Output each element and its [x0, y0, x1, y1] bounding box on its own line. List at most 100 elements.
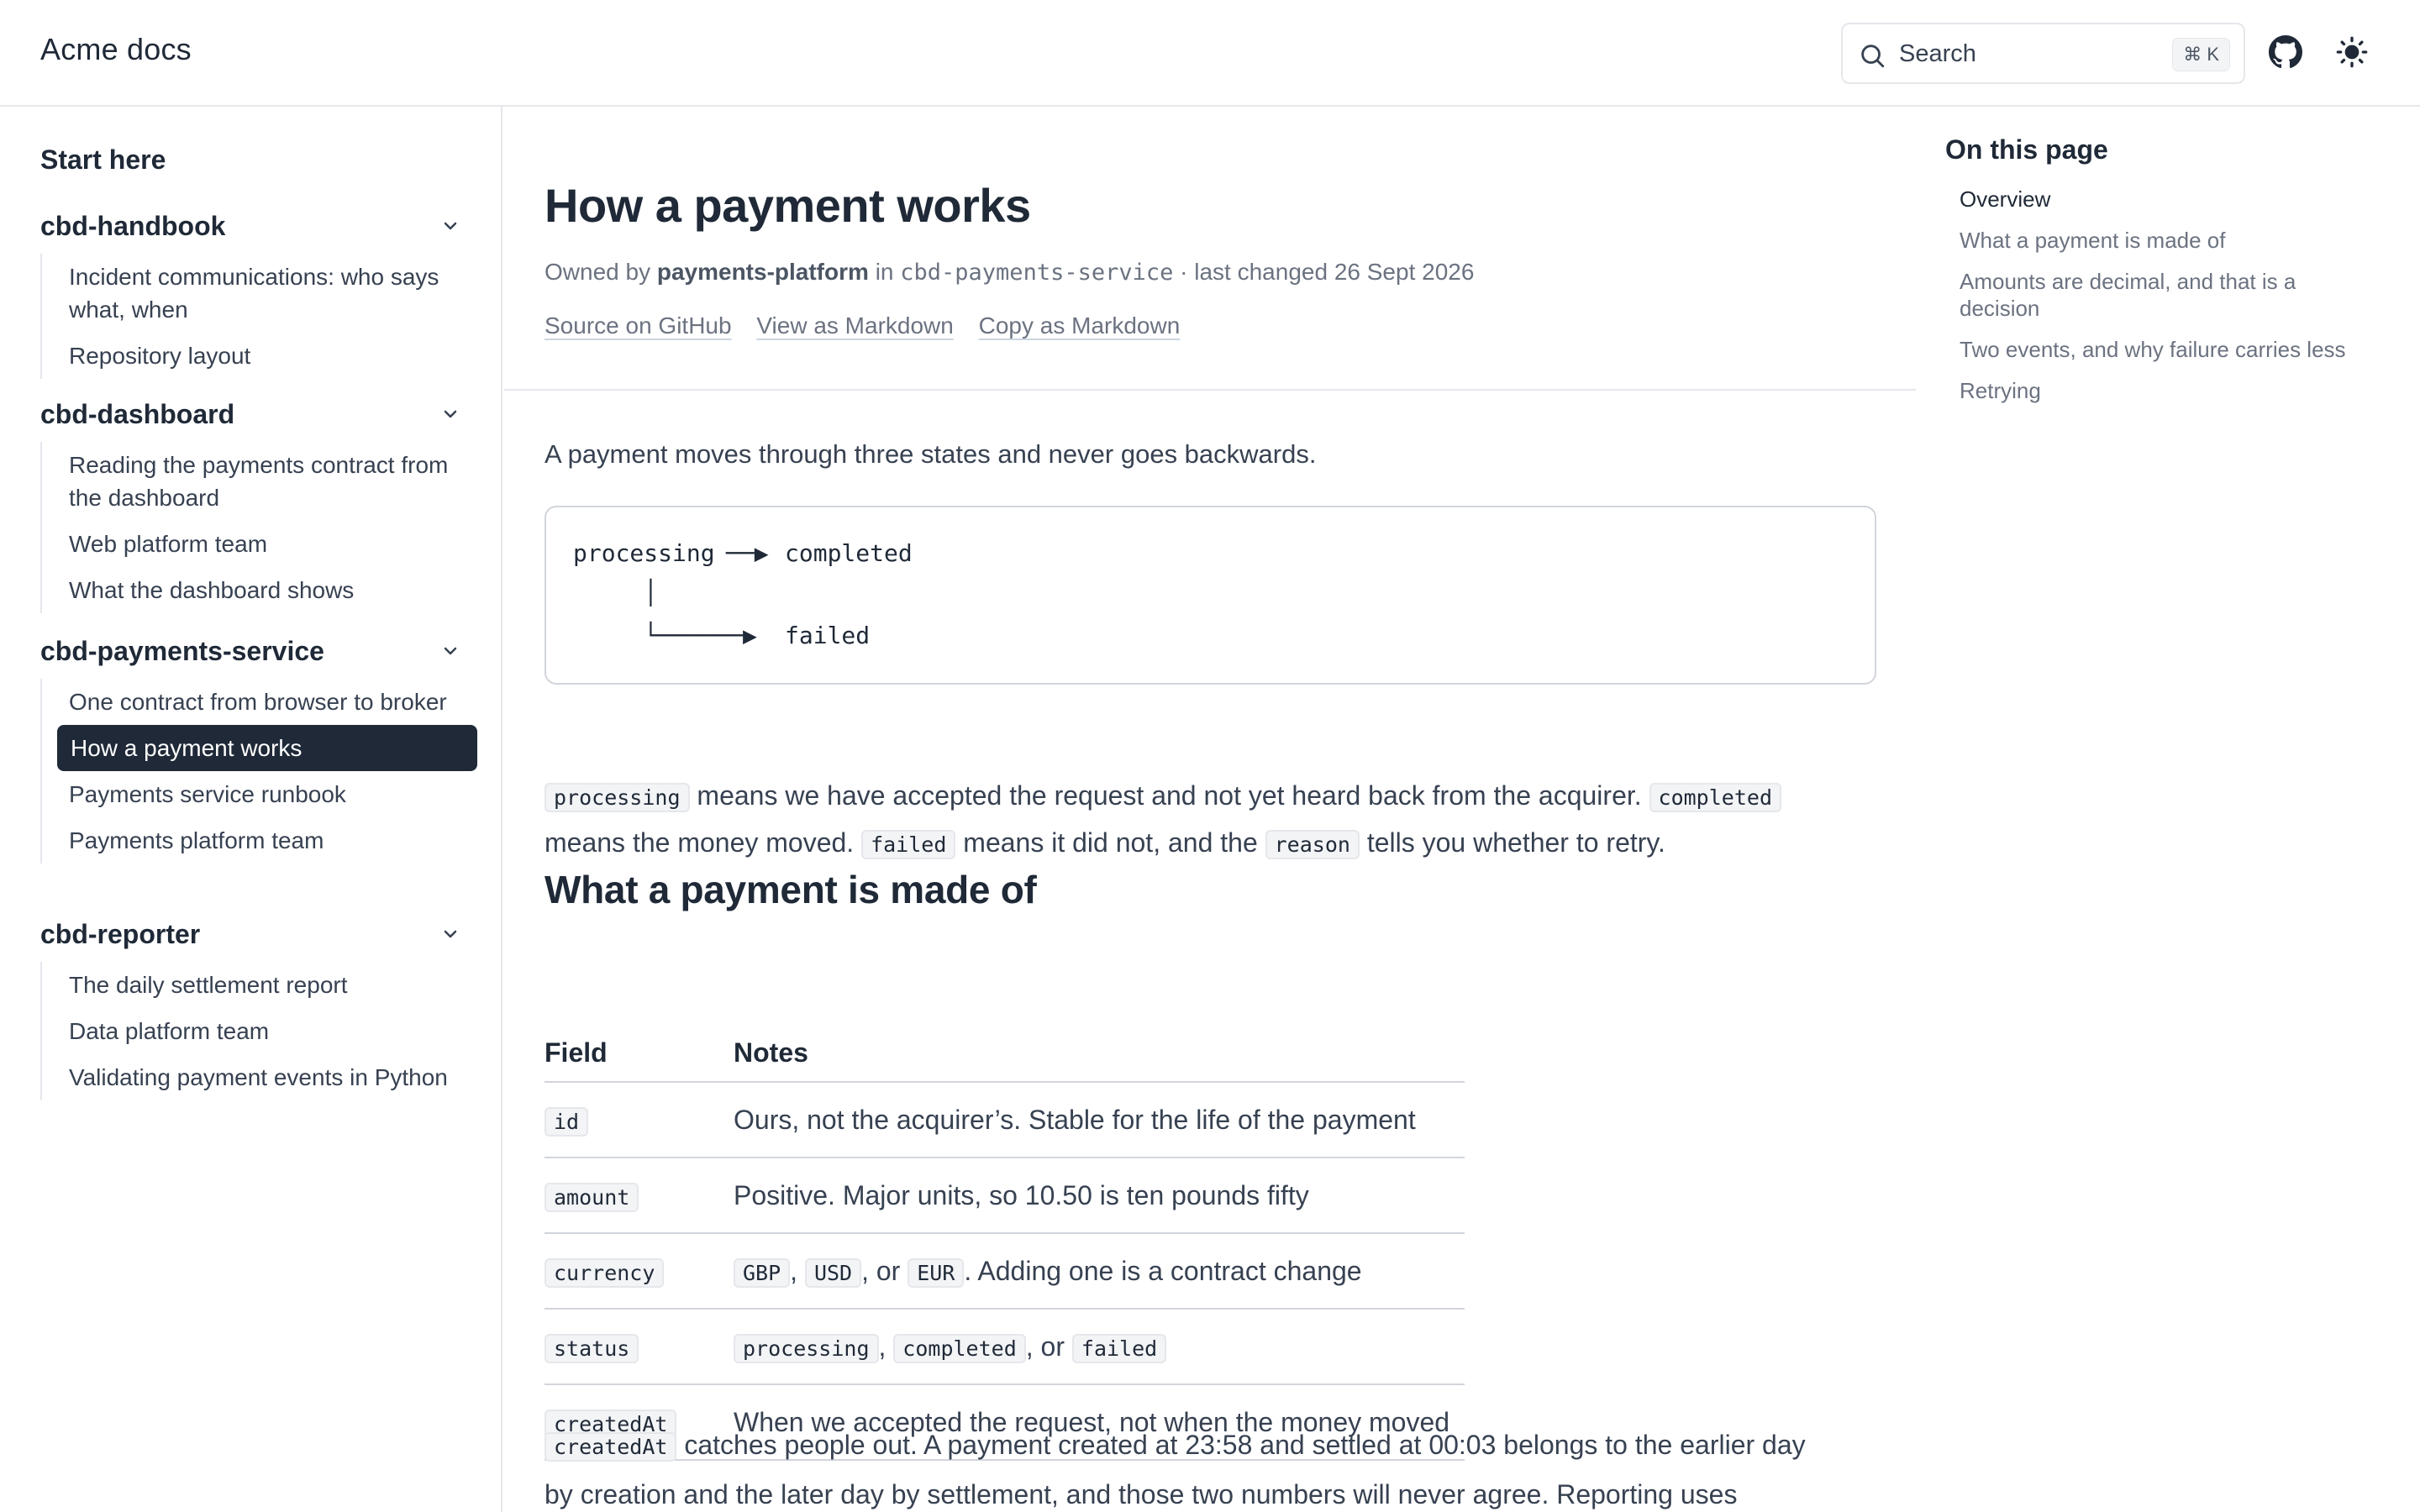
search-icon [1861, 45, 1885, 68]
brand-logo[interactable]: Acme docs [40, 32, 192, 67]
toc-item-amounts-decimal[interactable]: Amounts are decimal, and that is a decis… [1960, 268, 2380, 322]
createdat-text-1: catches people out. A payment created at… [676, 1430, 1806, 1460]
sidebar-group-items: One contract from browser to broker How … [40, 679, 477, 864]
chevron-down-icon [444, 222, 457, 230]
diagram-arrow: └──────▶ [644, 622, 757, 649]
toc-item-payment-made-of[interactable]: What a payment is made of [1960, 227, 2380, 254]
chevron-down-icon [444, 930, 457, 938]
toc-item-retrying[interactable]: Retrying [1960, 377, 2380, 404]
createdat-paragraph: createdAt catches people out. A payment … [544, 1421, 1881, 1512]
states-text-4: tells you whether to retry. [1359, 827, 1665, 858]
github-icon[interactable] [2269, 35, 2302, 69]
code-usd: USD [804, 1258, 862, 1288]
sidebar-item[interactable]: One contract from browser to broker [42, 679, 460, 725]
sidebar-group-cbd-payments-service: cbd-payments-service One contract from b… [40, 632, 477, 864]
table-cell-notes: Ours, not the acquirer’s. Stable for the… [734, 1105, 1416, 1135]
toc-list: Overview What a payment is made of Amoun… [1960, 186, 2380, 418]
createdat-line-2: by creation and the later day by settlem… [544, 1479, 1738, 1509]
sidebar-item[interactable]: Incident communications: who says what, … [42, 254, 460, 333]
sidebar-group-toggle[interactable]: cbd-dashboard [40, 395, 460, 433]
code-failed: failed [861, 830, 956, 859]
copy-as-markdown-link[interactable]: Copy as Markdown [979, 312, 1181, 339]
sep: , or [1025, 1331, 1072, 1362]
table-row: id Ours, not the acquirer’s. Stable for … [544, 1083, 1465, 1158]
source-on-github-link[interactable]: Source on GitHub [544, 312, 732, 339]
sidebar-item[interactable]: Reading the payments contract from the d… [42, 442, 460, 521]
code-eur: EUR [908, 1258, 965, 1288]
states-line-1: processing means we have accepted the re… [544, 772, 1781, 822]
meta-repo: cbd-payments-service [900, 260, 1174, 286]
sidebar-group-title: cbd-handbook [40, 211, 226, 241]
sidebar-group-title: cbd-reporter [40, 919, 201, 949]
table-header-notes: Notes [734, 1037, 808, 1068]
diagram-completed: completed [785, 539, 913, 567]
sidebar-group-items: Incident communications: who says what, … [40, 254, 460, 379]
sidebar-item[interactable]: What the dashboard shows [42, 567, 460, 613]
sidebar-nav: Start here cbd-handbook Incident communi… [0, 107, 502, 1512]
page-header: How a payment works Owned by payments-pl… [504, 107, 1916, 391]
sidebar-group-toggle[interactable]: cbd-handbook [40, 207, 460, 245]
table-cell-field: status [544, 1331, 639, 1363]
toc-item-two-events[interactable]: Two events, and why failure carries less [1960, 336, 2380, 363]
table-row: amount Positive. Major units, so 10.50 i… [544, 1158, 1465, 1234]
toc-title: On this page [1945, 134, 2108, 165]
table-cell-field: id [544, 1105, 589, 1137]
intro-paragraph: A payment moves through three states and… [544, 439, 1317, 469]
code-completed: completed [1649, 783, 1781, 812]
sidebar-start-here[interactable]: Start here [40, 144, 166, 176]
search-shortcut-badge: ⌘ K [2172, 38, 2230, 71]
sidebar-group-cbd-dashboard: cbd-dashboard Reading the payments contr… [40, 395, 460, 613]
sun-icon[interactable] [2335, 35, 2369, 69]
table-cell-notes: processing, completed, or failed [734, 1331, 1167, 1363]
table-cell-notes: GBP, USD, or EUR. Adding one is a contra… [734, 1256, 1362, 1288]
sidebar-group-cbd-handbook: cbd-handbook Incident communications: wh… [40, 207, 460, 379]
sidebar-group-toggle[interactable]: cbd-payments-service [40, 632, 460, 670]
diagram-vertical-line: │ [644, 579, 658, 606]
code-processing: processing [734, 1334, 879, 1363]
code-gbp: GBP [734, 1258, 791, 1288]
notes-tail: . Adding one is a contract change [964, 1256, 1362, 1286]
chevron-down-icon [444, 647, 457, 655]
sep: , or [861, 1256, 908, 1286]
table-row: status processing, completed, or failed [544, 1310, 1465, 1385]
table-row: currency GBP, USD, or EUR. Adding one is… [544, 1234, 1465, 1310]
diagram-processing: processing [573, 539, 715, 567]
states-text-1: means we have accepted the request and n… [689, 780, 1649, 811]
meta-last-changed: · last changed 26 Sept 2026 [1180, 259, 1475, 285]
createdat-line-1: createdAt catches people out. A payment … [544, 1421, 1881, 1471]
states-text-2: means the money moved. [544, 827, 862, 858]
sidebar-item-active[interactable]: How a payment works [57, 725, 477, 771]
search-button[interactable]: Search ⌘ K [1841, 23, 2245, 84]
search-label: Search [1899, 40, 1976, 67]
meta-owner: payments-platform [656, 259, 869, 285]
on-this-page-toc: On this page Overview What a payment is … [1918, 107, 2420, 1512]
sep: , [790, 1256, 805, 1286]
sidebar-group-items: Reading the payments contract from the d… [40, 442, 460, 613]
states-text-3: means it did not, and the [955, 827, 1265, 858]
sidebar-item[interactable]: Payments service runbook [42, 771, 460, 817]
sidebar-item[interactable]: Payments platform team [42, 817, 460, 864]
diagram-failed: failed [785, 622, 871, 649]
top-bar: Acme docs Search ⌘ K [0, 0, 2420, 107]
state-diagram-code-block: processing ──▶ completed │ └──────▶ fail… [544, 506, 1876, 685]
sidebar-item[interactable]: Repository layout [42, 333, 460, 379]
code-currency: currency [544, 1258, 665, 1288]
sidebar-group-items: The daily settlement report Data platfor… [40, 962, 460, 1100]
sidebar-item[interactable]: The daily settlement report [42, 962, 460, 1008]
sidebar-group-title: cbd-payments-service [40, 636, 324, 666]
table-cell-notes: Positive. Major units, so 10.50 is ten p… [734, 1180, 1309, 1210]
states-line-2: means the money moved. failed means it d… [544, 819, 1665, 869]
code-failed: failed [1071, 1334, 1167, 1363]
sidebar-group-toggle[interactable]: cbd-reporter [40, 915, 460, 953]
sidebar-item[interactable]: Data platform team [42, 1008, 460, 1054]
code-id: id [544, 1107, 589, 1137]
toc-item-overview[interactable]: Overview [1960, 186, 2380, 213]
sidebar-item[interactable]: Web platform team [42, 521, 460, 567]
sidebar-group-cbd-reporter: cbd-reporter The daily settlement report… [40, 915, 460, 1100]
sidebar-item[interactable]: Validating payment events in Python [42, 1054, 460, 1100]
diagram-arrow: ──▶ [726, 539, 769, 567]
code-createdat: createdAt [544, 1432, 677, 1462]
code-processing: processing [544, 783, 690, 812]
page-links: Source on GitHub View as Markdown Copy a… [544, 312, 1198, 339]
view-as-markdown-link[interactable]: View as Markdown [756, 312, 953, 339]
